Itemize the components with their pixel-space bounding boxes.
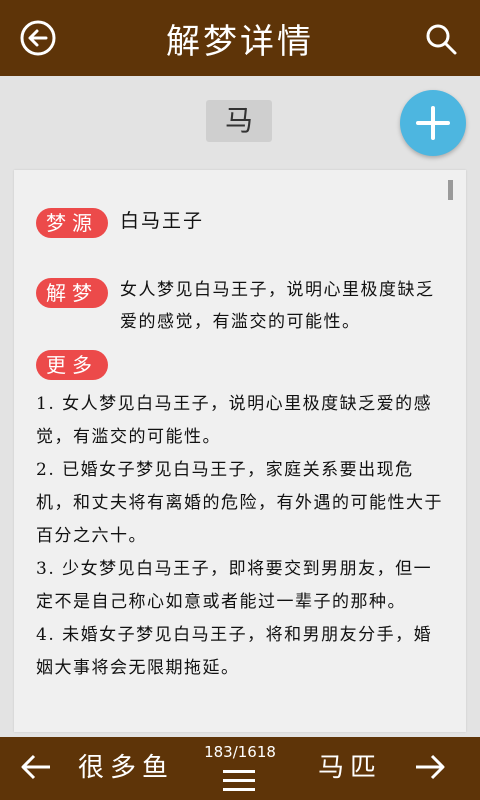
keyword-label: 马: [206, 100, 272, 142]
entry-counter: 183/1618: [204, 743, 276, 761]
scrollbar[interactable]: [448, 180, 453, 200]
dream-source-text: 白马王子: [120, 210, 205, 232]
more-tag: 更多: [36, 350, 108, 380]
list-item: 3. 少女梦见白马王子，即将要交到男朋友，但一定不是自己称心如意或者能过一辈子的…: [36, 559, 433, 612]
arrow-right-icon[interactable]: [414, 753, 446, 781]
search-icon[interactable]: [424, 22, 458, 56]
next-entry-link[interactable]: 马匹: [318, 747, 382, 784]
list-item: 4. 未婚女子梦见白马王子，将和男朋友分手，婚姻大事将会无限期拖延。: [36, 625, 433, 678]
more-list: 1. 女人梦见白马王子，说明心里极度缺乏爱的感觉，有滥交的可能性。 2. 已婚女…: [36, 388, 448, 685]
plus-icon: [416, 106, 450, 140]
list-item: 2. 已婚女子梦见白马王子，家庭关系要出现危机，和丈夫将有离婚的危险，有外遇的可…: [36, 460, 443, 546]
arrow-left-icon[interactable]: [20, 753, 52, 781]
page-title: 解梦详情: [166, 22, 314, 62]
add-button[interactable]: [400, 90, 466, 156]
top-bar: 解梦详情: [0, 0, 480, 76]
interpretation-text: 女人梦见白马王子，说明心里极度缺乏爱的感觉，有滥交的可能性。: [120, 280, 435, 332]
source-tag: 梦源: [36, 208, 108, 238]
interpretation-tag: 解梦: [36, 278, 108, 308]
bottom-bar: 很多鱼 183/1618 马匹: [0, 737, 480, 800]
previous-entry-link[interactable]: 很多鱼: [78, 747, 174, 784]
list-item: 1. 女人梦见白马王子，说明心里极度缺乏爱的感觉，有滥交的可能性。: [36, 394, 433, 447]
menu-icon[interactable]: [222, 769, 256, 793]
